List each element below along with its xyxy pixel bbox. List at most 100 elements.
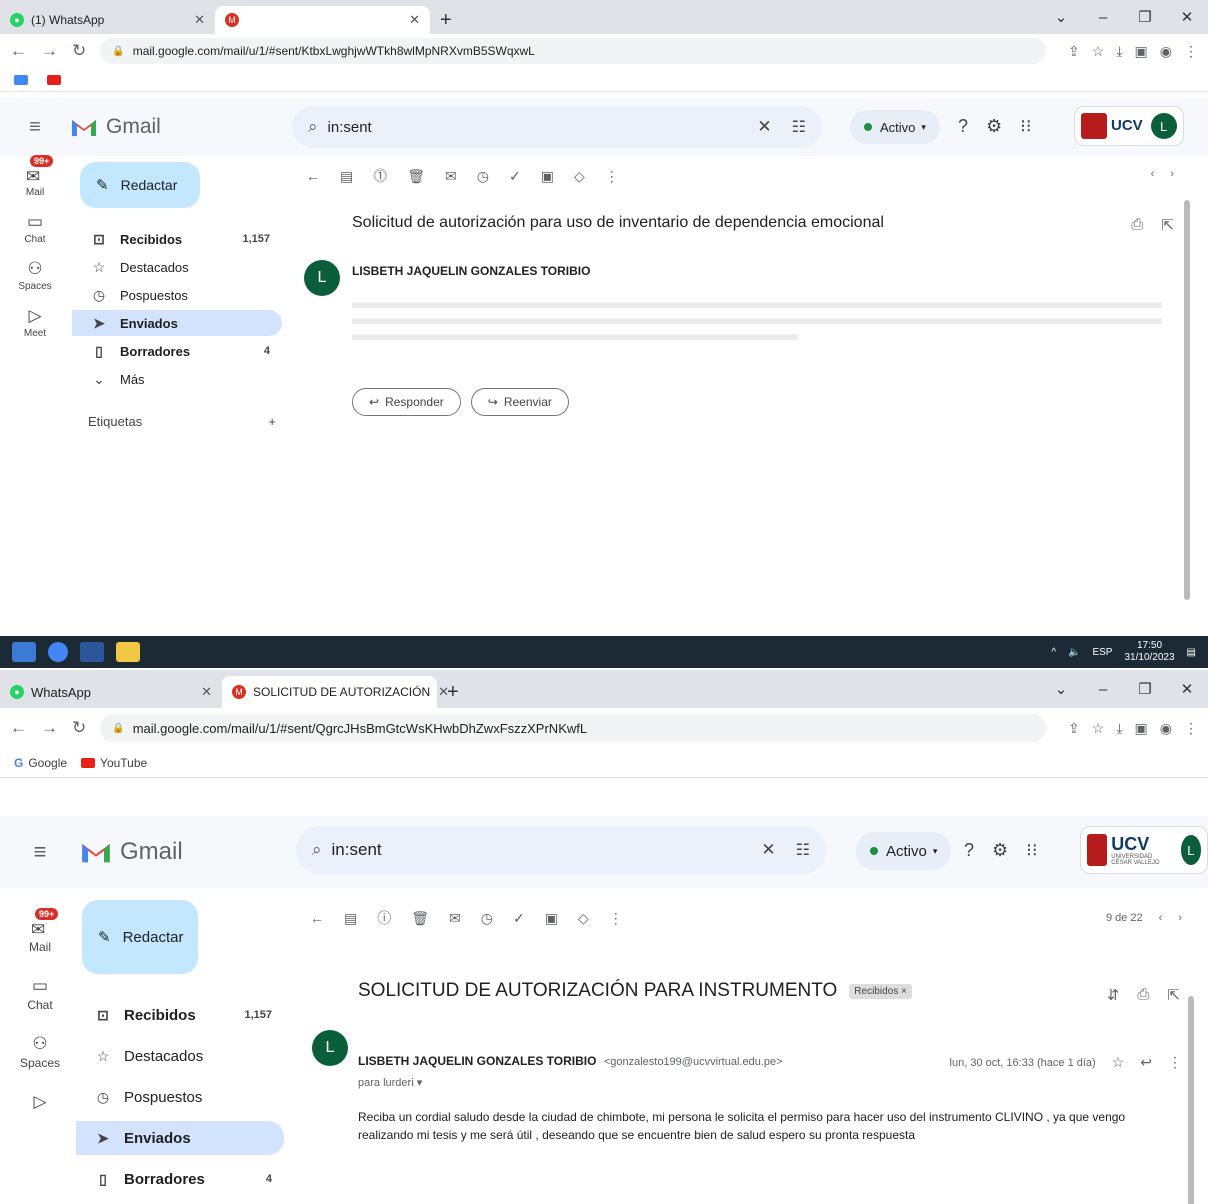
nav-starred[interactable]: ☆ Destacados	[72, 254, 282, 280]
tab-gmail[interactable]: M ✕	[215, 6, 430, 34]
snooze-icon[interactable]: ◷	[481, 910, 493, 927]
add-task-icon[interactable]: ✓	[509, 168, 521, 185]
mark-unread-icon[interactable]: ✉	[445, 168, 457, 185]
gmail-logo[interactable]: Gmail	[70, 115, 290, 139]
search-options-icon[interactable]: ☷	[796, 840, 810, 860]
chrome-icon[interactable]	[48, 642, 68, 662]
print-icon[interactable]: ⎙	[1137, 986, 1149, 1004]
back-icon[interactable]: ←	[10, 718, 27, 738]
rail-spaces[interactable]: ⚇ Spaces	[0, 259, 70, 292]
clock[interactable]: 17:50 31/10/2023	[1124, 640, 1174, 664]
nav-sent[interactable]: ➤ Enviados	[76, 1121, 284, 1155]
rail-meet[interactable]: ▷	[0, 1092, 80, 1114]
settings-gear-icon[interactable]: ⚙	[992, 840, 1008, 861]
file-explorer-icon[interactable]	[116, 642, 140, 662]
label-chip[interactable]: Recibidos ×	[849, 983, 912, 999]
open-new-window-icon[interactable]: ⇱	[1167, 986, 1180, 1004]
sender-avatar[interactable]: L	[304, 260, 340, 296]
forward-icon[interactable]: →	[41, 718, 58, 738]
archive-icon[interactable]: ▤	[344, 910, 357, 927]
label-icon[interactable]: ◇	[574, 168, 585, 185]
rail-meet[interactable]: ▷ Meet	[0, 306, 70, 339]
restore-button[interactable]: ❐	[1124, 8, 1166, 26]
more-icon[interactable]: ⋮	[609, 910, 623, 927]
more-icon[interactable]: ⋮	[605, 168, 619, 185]
tab-whatsapp[interactable]: ● WhatsApp ✕	[0, 676, 222, 708]
rail-mail[interactable]: ✉ 99+ Mail	[0, 155, 70, 198]
main-menu-icon[interactable]: ≡	[0, 116, 70, 139]
mark-unread-icon[interactable]: ✉	[449, 910, 461, 927]
tab-list-icon[interactable]: ⌄	[1040, 8, 1082, 26]
bookmark-youtube[interactable]: YouTube	[81, 756, 147, 770]
move-to-icon[interactable]: ▣	[541, 168, 554, 185]
help-icon[interactable]: ?	[958, 116, 968, 137]
star-icon[interactable]: ☆	[1112, 1054, 1125, 1071]
avatar[interactable]: L	[1150, 113, 1177, 139]
nav-inbox[interactable]: ⊡ Recibidos 1,157	[72, 226, 282, 252]
extensions-icon[interactable]: ▣	[1135, 720, 1148, 737]
url-field[interactable]: 🔒 mail.google.com/mail/u/1/#sent/QgrcJHs…	[100, 714, 1047, 742]
bookmark-google[interactable]	[14, 74, 33, 85]
more-icon[interactable]: ⋮	[1168, 1054, 1182, 1071]
tab-gmail[interactable]: M SOLICITUD DE AUTORIZACIÓN ✕	[222, 676, 449, 708]
compose-button[interactable]: ✎ Redactar	[80, 162, 200, 208]
start-icon[interactable]	[12, 642, 36, 662]
bookmark-google[interactable]: G Google	[14, 756, 67, 770]
tab-list-icon[interactable]: ⌄	[1040, 680, 1082, 698]
account-chip[interactable]: UCV UNIVERSIDAD CÉSAR VALLEJO L	[1080, 826, 1208, 874]
clear-search-icon[interactable]: ✕	[761, 840, 775, 860]
apps-grid-icon[interactable]: ⁝⁝	[1026, 840, 1037, 861]
rail-spaces[interactable]: ⚇ Spaces	[0, 1034, 80, 1070]
gmail-logo[interactable]: Gmail	[80, 838, 300, 866]
clear-search-icon[interactable]: ✕	[757, 117, 771, 137]
search-icon[interactable]: ⌕	[308, 117, 318, 137]
reload-icon[interactable]: ↻	[72, 41, 86, 61]
bookmark-youtube[interactable]	[47, 74, 66, 85]
bookmark-star-icon[interactable]: ☆	[1092, 720, 1105, 737]
label-icon[interactable]: ◇	[578, 910, 589, 927]
close-tab-icon[interactable]: ✕	[430, 684, 449, 700]
search-options-icon[interactable]: ☷	[792, 117, 806, 137]
rail-chat[interactable]: ▭ Chat	[0, 976, 80, 1012]
sender-avatar[interactable]: L	[312, 1030, 348, 1066]
minimize-button[interactable]: –	[1082, 9, 1124, 26]
nav-starred[interactable]: ☆ Destacados	[76, 1039, 284, 1073]
help-icon[interactable]: ?	[964, 840, 974, 861]
prev-icon[interactable]: ‹	[1159, 912, 1163, 924]
forward-icon[interactable]: →	[41, 41, 58, 61]
delete-icon[interactable]: 🗑	[407, 168, 425, 185]
close-tab-icon[interactable]: ✕	[186, 12, 205, 28]
delete-icon[interactable]: 🗑	[411, 910, 429, 927]
reload-icon[interactable]: ↻	[72, 718, 86, 738]
nav-drafts[interactable]: ▯ Borradores 4	[76, 1162, 284, 1196]
menu-icon[interactable]: ⋮	[1184, 720, 1198, 737]
volume-icon[interactable]: 🔈	[1068, 647, 1080, 658]
account-chip[interactable]: UCV L	[1074, 106, 1184, 146]
search-bar[interactable]: ⌕ in:sent ✕ ☷	[296, 826, 826, 874]
next-icon[interactable]: ›	[1178, 912, 1182, 924]
extensions-icon[interactable]: ▣	[1135, 43, 1148, 60]
prev-icon[interactable]: ‹	[1151, 168, 1155, 180]
add-task-icon[interactable]: ✓	[513, 910, 525, 927]
settings-gear-icon[interactable]: ⚙	[986, 116, 1002, 137]
notifications-icon[interactable]: ▤	[1187, 647, 1196, 658]
next-icon[interactable]: ›	[1170, 168, 1174, 180]
profile-icon[interactable]: ◉	[1160, 43, 1172, 60]
profile-icon[interactable]: ◉	[1160, 720, 1172, 737]
sender-name[interactable]: LISBETH JAQUELIN GONZALES TORIBIO	[352, 264, 590, 278]
rail-chat[interactable]: ▭ Chat	[0, 212, 70, 245]
menu-icon[interactable]: ⋮	[1184, 43, 1198, 60]
nav-inbox[interactable]: ⊡ Recibidos 1,157	[76, 998, 284, 1032]
language-indicator[interactable]: ESP	[1092, 647, 1112, 658]
compose-button[interactable]: ✎ Redactar	[82, 900, 198, 974]
tab-whatsapp[interactable]: ● (1) WhatsApp ✕	[0, 6, 215, 34]
recipient-line[interactable]: para lurderi ▾	[358, 1076, 422, 1089]
report-spam-icon[interactable]: ⓘ	[377, 908, 391, 928]
collapse-icon[interactable]: ⇵	[1107, 986, 1120, 1004]
nav-sent[interactable]: ➤ Enviados	[72, 310, 282, 336]
status-selector[interactable]: Activo ▾	[850, 110, 940, 144]
scrollbar[interactable]	[1188, 996, 1194, 1204]
word-icon[interactable]	[80, 642, 104, 662]
minimize-button[interactable]: –	[1082, 681, 1124, 698]
bookmark-star-icon[interactable]: ☆	[1092, 43, 1105, 60]
